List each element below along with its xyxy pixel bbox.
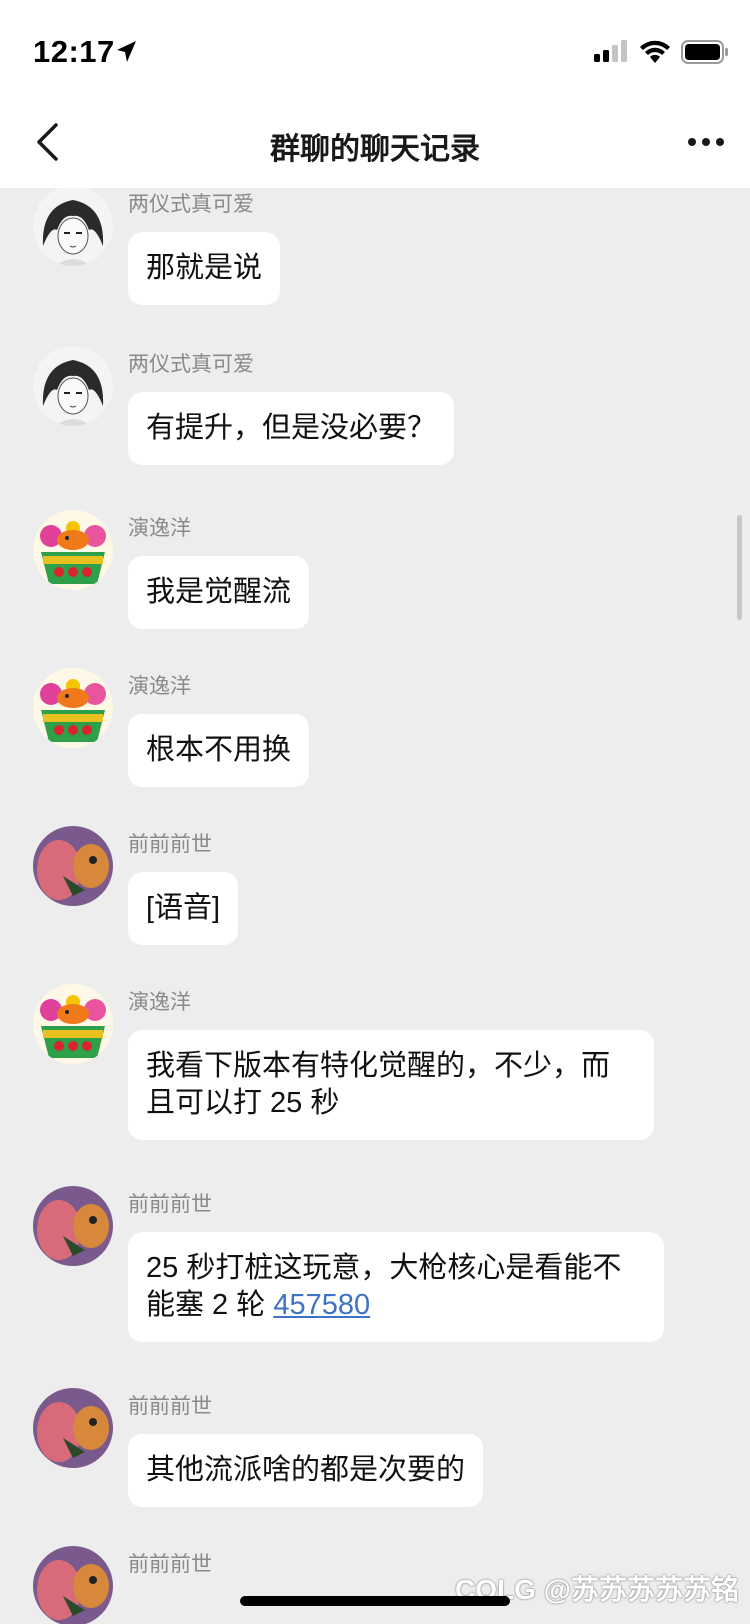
more-button[interactable]: [680, 124, 732, 160]
cartoon-avatar[interactable]: [33, 1546, 113, 1624]
sender-name: 前前前世: [128, 833, 212, 856]
sender-name: 前前前世: [128, 1553, 212, 1576]
voice-message-bubble[interactable]: [语音]: [128, 872, 239, 945]
chat-history[interactable]: 两仪式真可爱 那就是说 两仪式真可爱 有提升，但是没必要？ 演逸洋 我是觉醒流 …: [0, 188, 750, 1624]
page-title: 群聊的聊天记录: [270, 133, 480, 166]
location-arrow-icon: [115, 40, 137, 69]
message-bubble[interactable]: 其他流派啥的都是次要的: [128, 1434, 484, 1507]
wifi-icon: [639, 39, 671, 68]
signal-icon: [594, 40, 628, 67]
cartoon-avatar[interactable]: [33, 1388, 113, 1468]
anime-girl-avatar[interactable]: [33, 188, 113, 266]
message-bubble[interactable]: 我看下版本有特化觉醒的，不少，而 且可以打 25 秒: [128, 1030, 654, 1140]
number-link[interactable]: 457580: [273, 1289, 370, 1321]
scrollbar[interactable]: [737, 515, 742, 620]
anime-girl-avatar[interactable]: [33, 346, 113, 426]
message-text-line: 我看下版本有特化觉醒的，不少，而: [146, 1050, 611, 1082]
cartoon-avatar[interactable]: [33, 826, 113, 906]
sender-name: 前前前世: [128, 1395, 212, 1418]
koi-flower-basket-avatar[interactable]: [33, 668, 113, 748]
message-bubble[interactable]: 根本不用换: [128, 714, 310, 787]
message-bubble[interactable]: 有提升，但是没必要？: [128, 392, 455, 465]
ellipsis-icon: [688, 138, 696, 146]
message-bubble[interactable]: 我是觉醒流: [128, 556, 310, 629]
message-text-line: 且可以打 25 秒: [146, 1087, 340, 1119]
cartoon-avatar[interactable]: [33, 1186, 113, 1266]
status-time: 12:17: [33, 34, 115, 69]
home-indicator[interactable]: [240, 1596, 510, 1606]
koi-flower-basket-avatar[interactable]: [33, 510, 113, 590]
message-bubble[interactable]: 25 秒打桩这玩意，大枪核心是看能不 能塞 2 轮 457580: [128, 1232, 664, 1342]
sender-name: 演逸洋: [128, 991, 191, 1014]
message-bubble[interactable]: 那就是说: [128, 232, 281, 305]
sender-name: 演逸洋: [128, 675, 191, 698]
koi-flower-basket-avatar[interactable]: [33, 984, 113, 1064]
message-text-line: 25 秒打桩这玩意，大枪核心是看能不: [146, 1252, 622, 1284]
sender-name: 前前前世: [128, 1193, 212, 1216]
sender-name: 两仪式真可爱: [128, 353, 254, 376]
sender-name: 演逸洋: [128, 517, 191, 540]
nav-bar: 群聊的聊天记录: [0, 96, 750, 188]
battery-icon: [681, 40, 729, 69]
status-bar: 12:17: [0, 0, 750, 96]
message-text-line: 能塞 2 轮 457580: [146, 1289, 371, 1321]
sender-name: 两仪式真可爱: [128, 193, 254, 216]
